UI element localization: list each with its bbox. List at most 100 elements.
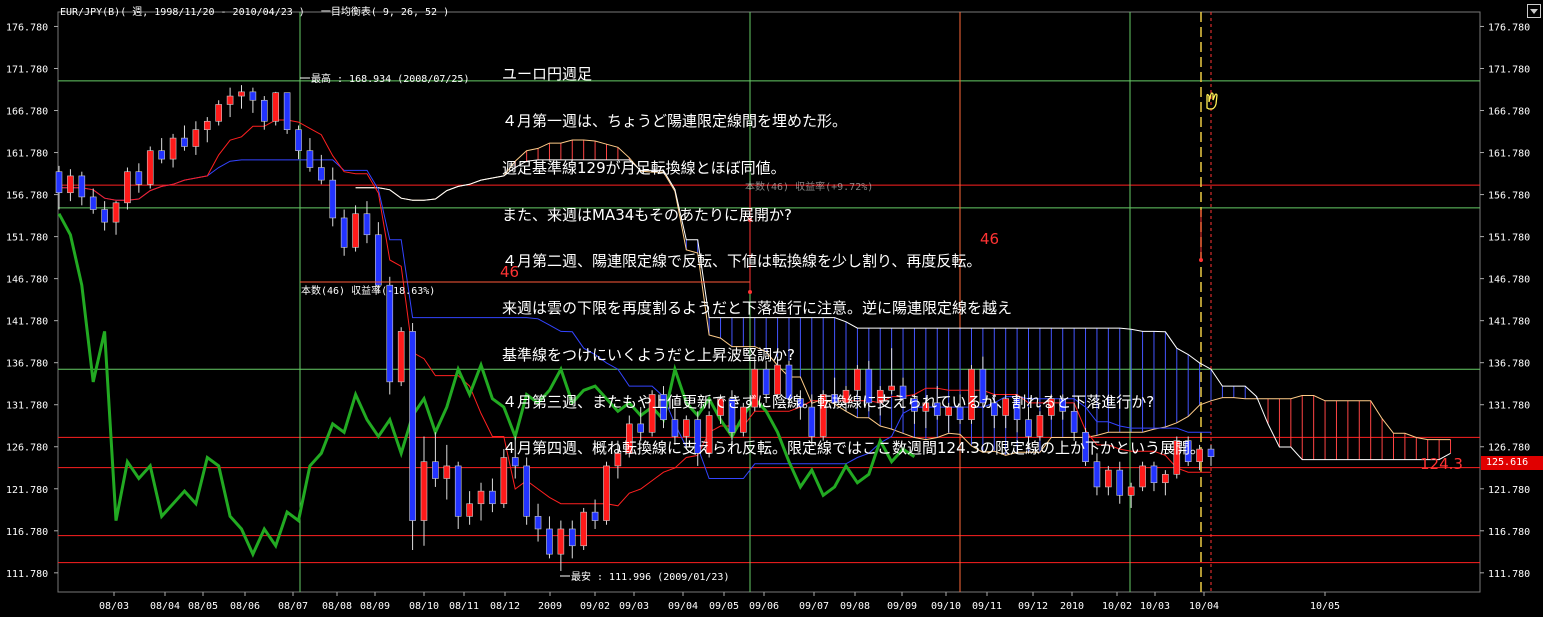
x-tick-label: 09/05 <box>709 601 739 612</box>
candle-body <box>523 465 530 517</box>
y-tick-label-left: 151.780 <box>6 233 48 244</box>
note-line: ４月第一週は、ちょうど陽連限定線間を埋めた形。 <box>502 111 848 130</box>
candle-body <box>89 196 97 210</box>
note-line: ４月第四週、概ね転換線に支えられ反転。限定線ではここ数週間124.3の限定線の上… <box>502 439 1205 458</box>
y-tick-label-right: 166.780 <box>1488 107 1530 118</box>
candle-body <box>306 150 314 168</box>
x-tick-label: 09/08 <box>840 601 870 612</box>
candle-body <box>386 284 394 383</box>
candle-body <box>181 137 188 147</box>
y-tick-label-right: 156.780 <box>1488 191 1530 202</box>
y-tick-label-left: 116.780 <box>6 527 48 538</box>
chart-title: EUR/JPY(B)( 週, 1998/11/20 - 2010/04/23 )… <box>60 7 450 18</box>
candle-body <box>249 91 257 101</box>
x-tick-label: 2010 <box>1060 601 1084 612</box>
candle-body <box>283 92 291 130</box>
candle-body <box>78 175 86 198</box>
hand-cursor-path <box>1206 92 1218 110</box>
candle-body <box>226 95 234 105</box>
candle-body <box>169 137 177 160</box>
candle-body <box>397 331 405 383</box>
note-line: また、来週はMA34もそのあたりに展開か? <box>502 205 792 224</box>
y-tick-label-left: 111.780 <box>6 569 48 580</box>
y-tick-label-left: 166.780 <box>6 107 48 118</box>
candle-body <box>192 129 200 147</box>
y-tick-label-left: 161.780 <box>6 149 48 160</box>
candle-body <box>329 179 337 219</box>
candle-body <box>375 234 382 286</box>
high-label: 最高 : 168.934 (2008/07/25) <box>311 72 469 85</box>
x-tick-label: 09/10 <box>931 601 961 612</box>
candle-body <box>454 465 462 517</box>
current-price-badge: 125.616 <box>1481 456 1543 470</box>
y-tick-label-right: 141.780 <box>1488 317 1530 328</box>
y-tick-label-left: 126.780 <box>6 443 48 454</box>
candle-body <box>1116 469 1124 496</box>
x-tick-label: 08/05 <box>188 601 218 612</box>
chevron-down-icon[interactable] <box>1527 4 1541 18</box>
x-tick-label: 10/05 <box>1310 601 1340 612</box>
candle-body <box>101 209 108 223</box>
x-tick-label: 08/06 <box>230 601 260 612</box>
candle-body <box>158 150 165 160</box>
note-line: ユーロ円週足 <box>502 65 593 84</box>
candle-body <box>261 99 268 122</box>
y-tick-label-right: 146.780 <box>1488 275 1530 286</box>
y-tick-label-right: 136.780 <box>1488 359 1530 370</box>
y-tick-label-right: 126.780 <box>1488 443 1530 454</box>
candle-body <box>295 129 302 151</box>
candle-body <box>215 104 222 122</box>
candle-body <box>1162 474 1169 484</box>
candle-body <box>112 202 120 223</box>
candle-body <box>1207 448 1215 457</box>
candle-body <box>603 465 610 521</box>
analysis-notes: ユーロ円週足 ４月第一週は、ちょうど陽連限定線間を埋めた形。 週足基準線129が… <box>502 36 1205 473</box>
y-tick-label-right: 121.780 <box>1488 485 1530 496</box>
y-tick-label-left: 176.780 <box>6 22 48 33</box>
y-tick-label-right: 161.780 <box>1488 149 1530 160</box>
candle-body <box>557 528 565 555</box>
y-tick-label-right: 111.780 <box>1488 569 1530 580</box>
candle-body <box>443 465 451 479</box>
candle-body <box>340 217 348 248</box>
y-tick-label-right: 171.780 <box>1488 64 1530 75</box>
x-tick-label: 08/11 <box>449 601 479 612</box>
note-line: ４月第二週、陽連限定線で反転、下値は転換線を少し割り、再度反転。 <box>502 252 982 271</box>
candle-body <box>409 331 416 521</box>
candle-body <box>432 461 439 479</box>
candle-body <box>534 516 542 530</box>
candle-body <box>546 528 553 555</box>
candle-body <box>124 171 131 204</box>
x-tick-label: 09/11 <box>972 601 1002 612</box>
x-tick-label: 08/08 <box>322 601 352 612</box>
x-tick-label: 2009 <box>538 601 562 612</box>
x-tick-label: 09/07 <box>799 601 829 612</box>
note-line: 基準線をつけにいくようだと上昇波堅調か? <box>502 345 795 364</box>
x-tick-label: 09/04 <box>668 601 698 612</box>
candle-body <box>318 167 325 181</box>
x-tick-label: 10/04 <box>1189 601 1219 612</box>
y-tick-label-left: 171.780 <box>6 64 48 75</box>
count-label: 本数(46) 収益率(-18.63%) <box>301 284 435 297</box>
y-tick-label-left: 136.780 <box>6 359 48 370</box>
note-line: ４月第三週、またもや上値更新できずに陰線。転換線に支えられているが、割れると下落… <box>502 392 1155 411</box>
candle-body <box>272 92 280 122</box>
x-tick-label: 09/06 <box>749 601 779 612</box>
candle-body <box>591 511 599 521</box>
candle-body <box>67 175 74 194</box>
x-tick-label: 08/07 <box>278 601 308 612</box>
candle-body <box>55 171 63 194</box>
x-tick-label: 09/03 <box>619 601 649 612</box>
y-tick-label-right: 116.780 <box>1488 527 1530 538</box>
y-tick-label-left: 121.780 <box>6 485 48 496</box>
x-tick-label: 08/10 <box>409 601 439 612</box>
y-tick-label-left: 156.780 <box>6 191 48 202</box>
candle-body <box>1127 486 1135 496</box>
candle-body <box>203 120 211 130</box>
candle-body <box>568 528 576 547</box>
candle-body <box>489 490 496 505</box>
y-tick-label-right: 131.780 <box>1488 401 1530 412</box>
candle-body <box>352 213 359 248</box>
y-tick-label-left: 131.780 <box>6 401 48 412</box>
candle-body <box>363 213 371 236</box>
